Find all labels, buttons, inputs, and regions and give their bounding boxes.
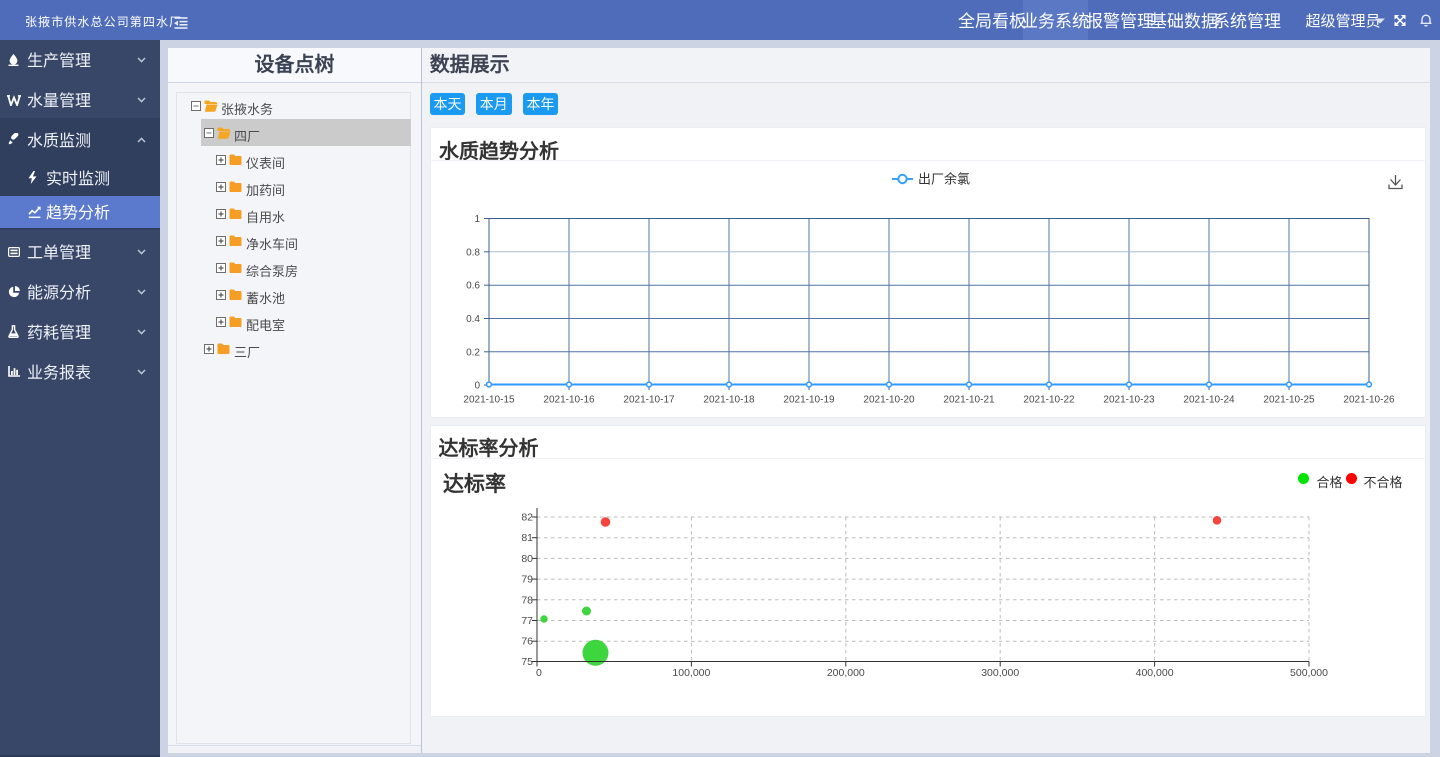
svg-text:0.8: 0.8 [466, 247, 480, 258]
svg-text:0.4: 0.4 [466, 314, 480, 325]
svg-text:2021-10-24: 2021-10-24 [1183, 395, 1235, 406]
svg-text:2021-10-25: 2021-10-25 [1263, 395, 1315, 406]
svg-text:76: 76 [521, 636, 533, 648]
svg-text:77: 77 [521, 615, 533, 627]
svg-text:0: 0 [536, 667, 542, 679]
svg-text:80: 80 [521, 553, 533, 565]
svg-text:2021-10-26: 2021-10-26 [1343, 395, 1395, 406]
svg-text:2021-10-21: 2021-10-21 [943, 395, 995, 406]
svg-text:78: 78 [521, 594, 533, 606]
svg-text:2021-10-15: 2021-10-15 [463, 395, 515, 406]
svg-text:1: 1 [474, 214, 480, 225]
svg-text:出厂余氯: 出厂余氯 [918, 172, 970, 187]
svg-text:2021-10-23: 2021-10-23 [1103, 395, 1155, 406]
svg-text:500,000: 500,000 [1290, 667, 1328, 679]
svg-text:2021-10-17: 2021-10-17 [623, 395, 675, 406]
svg-text:79: 79 [521, 574, 533, 586]
svg-text:2021-10-22: 2021-10-22 [1023, 395, 1075, 406]
svg-text:75: 75 [521, 656, 533, 668]
svg-text:2021-10-16: 2021-10-16 [543, 395, 595, 406]
svg-text:300,000: 300,000 [981, 667, 1019, 679]
svg-text:2021-10-19: 2021-10-19 [783, 395, 835, 406]
svg-text:0.6: 0.6 [466, 281, 480, 292]
svg-text:82: 82 [521, 512, 533, 524]
svg-text:200,000: 200,000 [827, 667, 865, 679]
svg-text:400,000: 400,000 [1136, 667, 1174, 679]
svg-text:81: 81 [521, 532, 533, 544]
svg-text:2021-10-20: 2021-10-20 [863, 395, 915, 406]
svg-text:0: 0 [474, 381, 480, 392]
svg-text:100,000: 100,000 [672, 667, 710, 679]
svg-text:2021-10-18: 2021-10-18 [703, 395, 755, 406]
svg-text:0.2: 0.2 [466, 347, 480, 358]
